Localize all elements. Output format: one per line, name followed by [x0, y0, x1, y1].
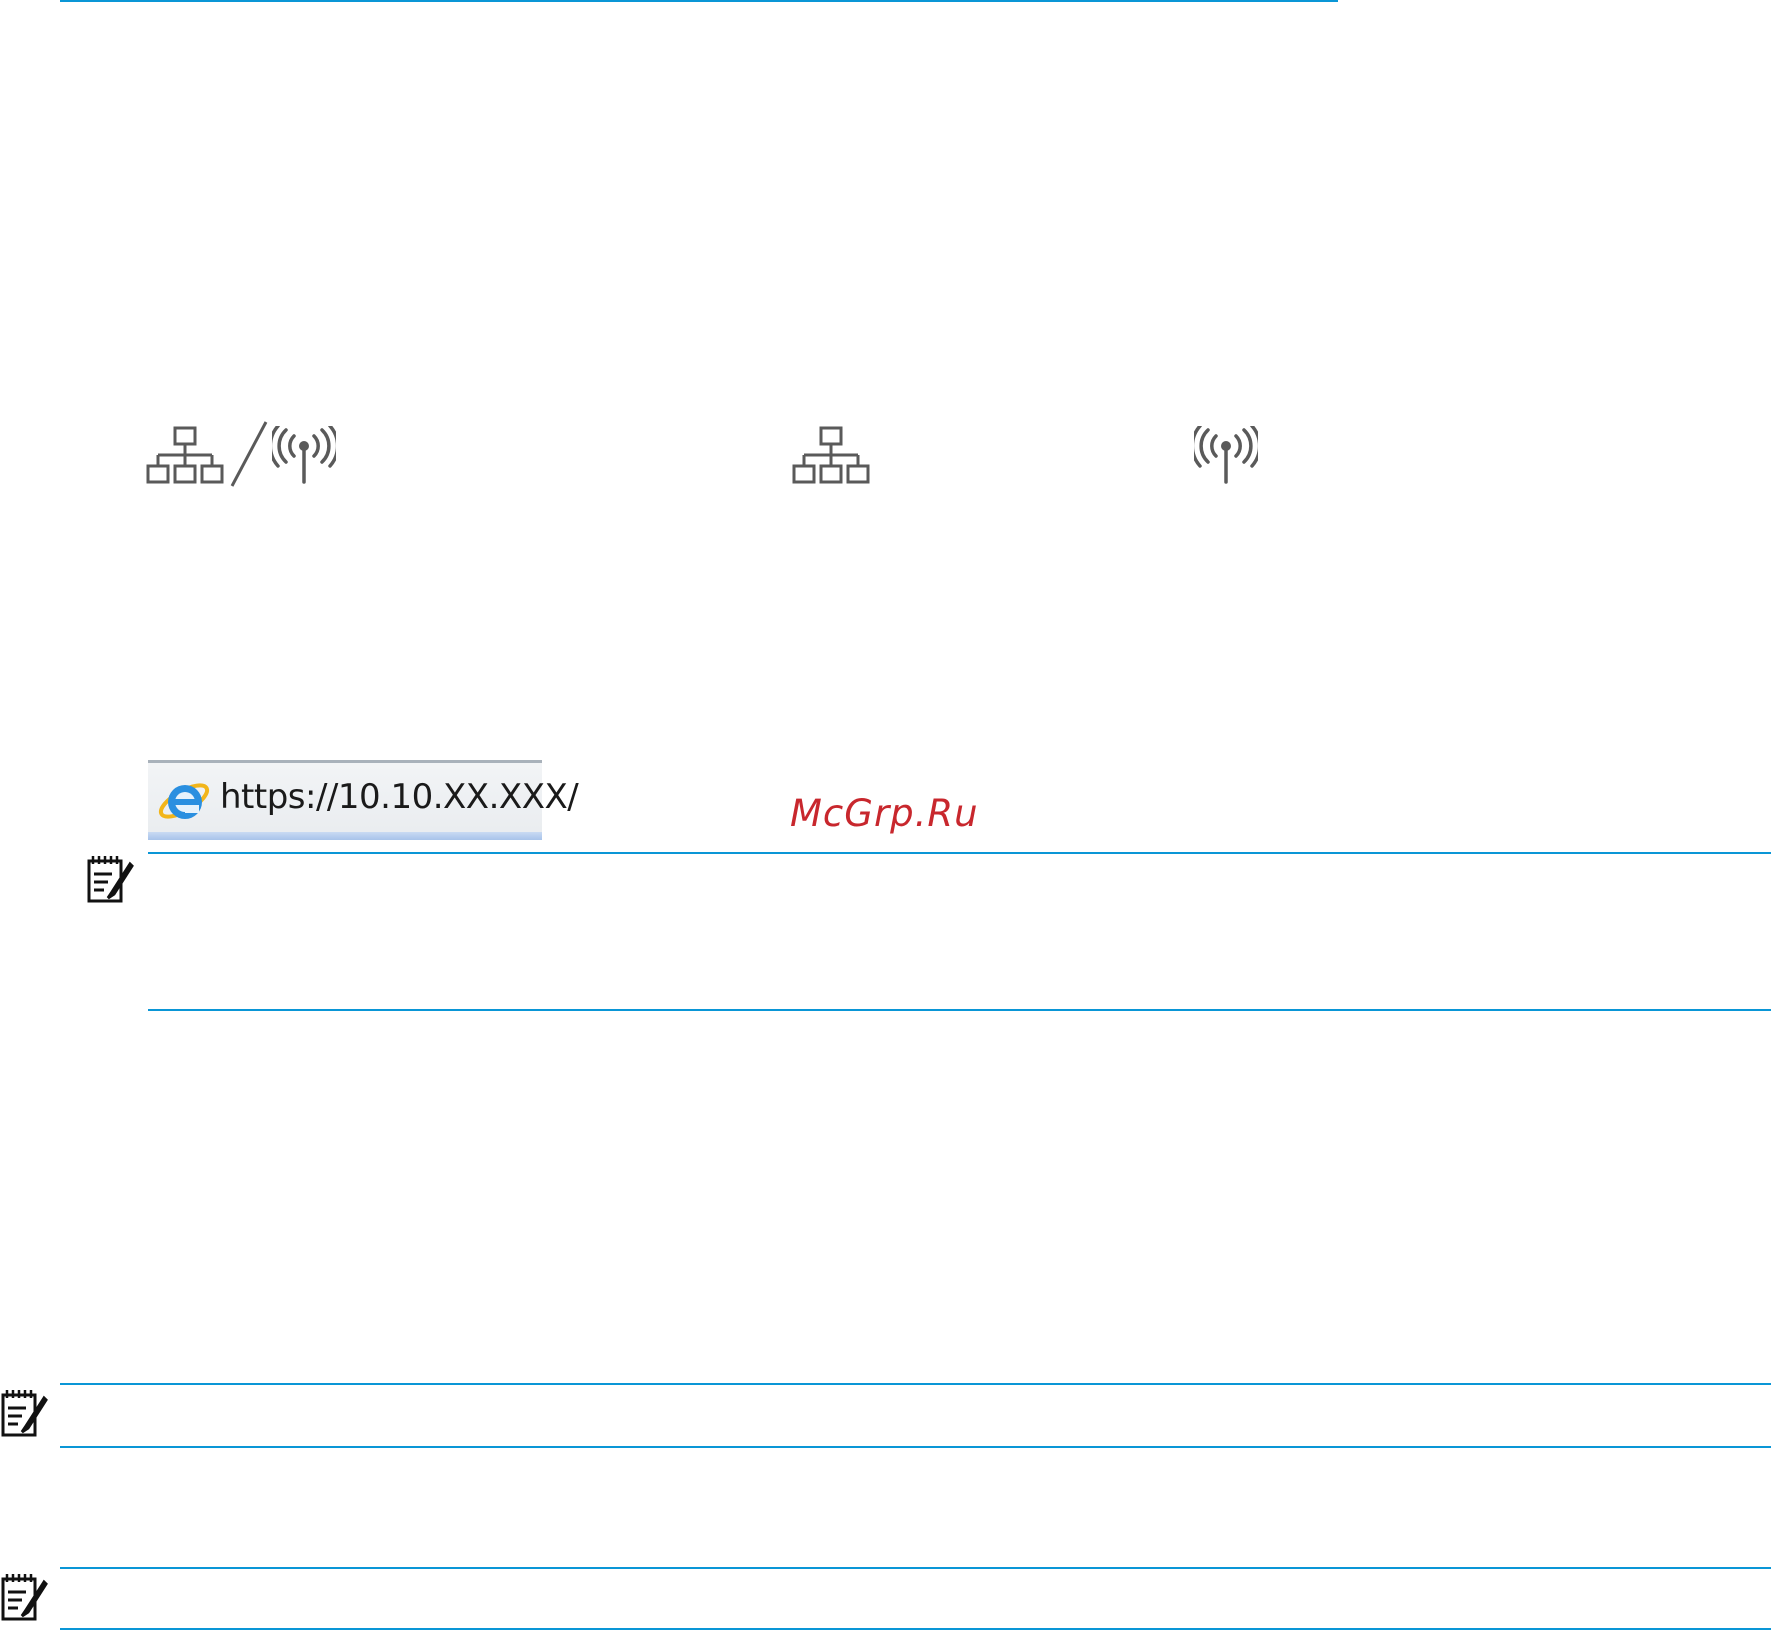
note-rule-top — [60, 1383, 1771, 1385]
ethernet-icon — [792, 426, 872, 486]
internet-explorer-icon — [156, 773, 212, 833]
note-rule-bottom — [148, 1009, 1771, 1011]
slash-separator — [228, 420, 270, 488]
browser-address-bar: https://10.10.XX.XXX/ — [148, 760, 579, 840]
watermark: McGrp.Ru — [790, 792, 979, 835]
note-rule-bottom — [60, 1628, 1771, 1630]
wireless-icon — [1194, 426, 1258, 486]
url-text: https://10.10.XX.XXX/ — [220, 777, 579, 817]
note-icon — [86, 854, 136, 904]
note-rule-top — [60, 1567, 1771, 1569]
note-rule-bottom — [60, 1446, 1771, 1448]
note-icon — [0, 1388, 50, 1438]
wireless-icon — [272, 426, 336, 486]
address-bar-highlight — [148, 832, 542, 840]
note-rule-top — [148, 852, 1771, 854]
ethernet-icon — [146, 426, 226, 486]
note-icon — [0, 1572, 50, 1622]
top-rule — [60, 0, 1338, 2]
